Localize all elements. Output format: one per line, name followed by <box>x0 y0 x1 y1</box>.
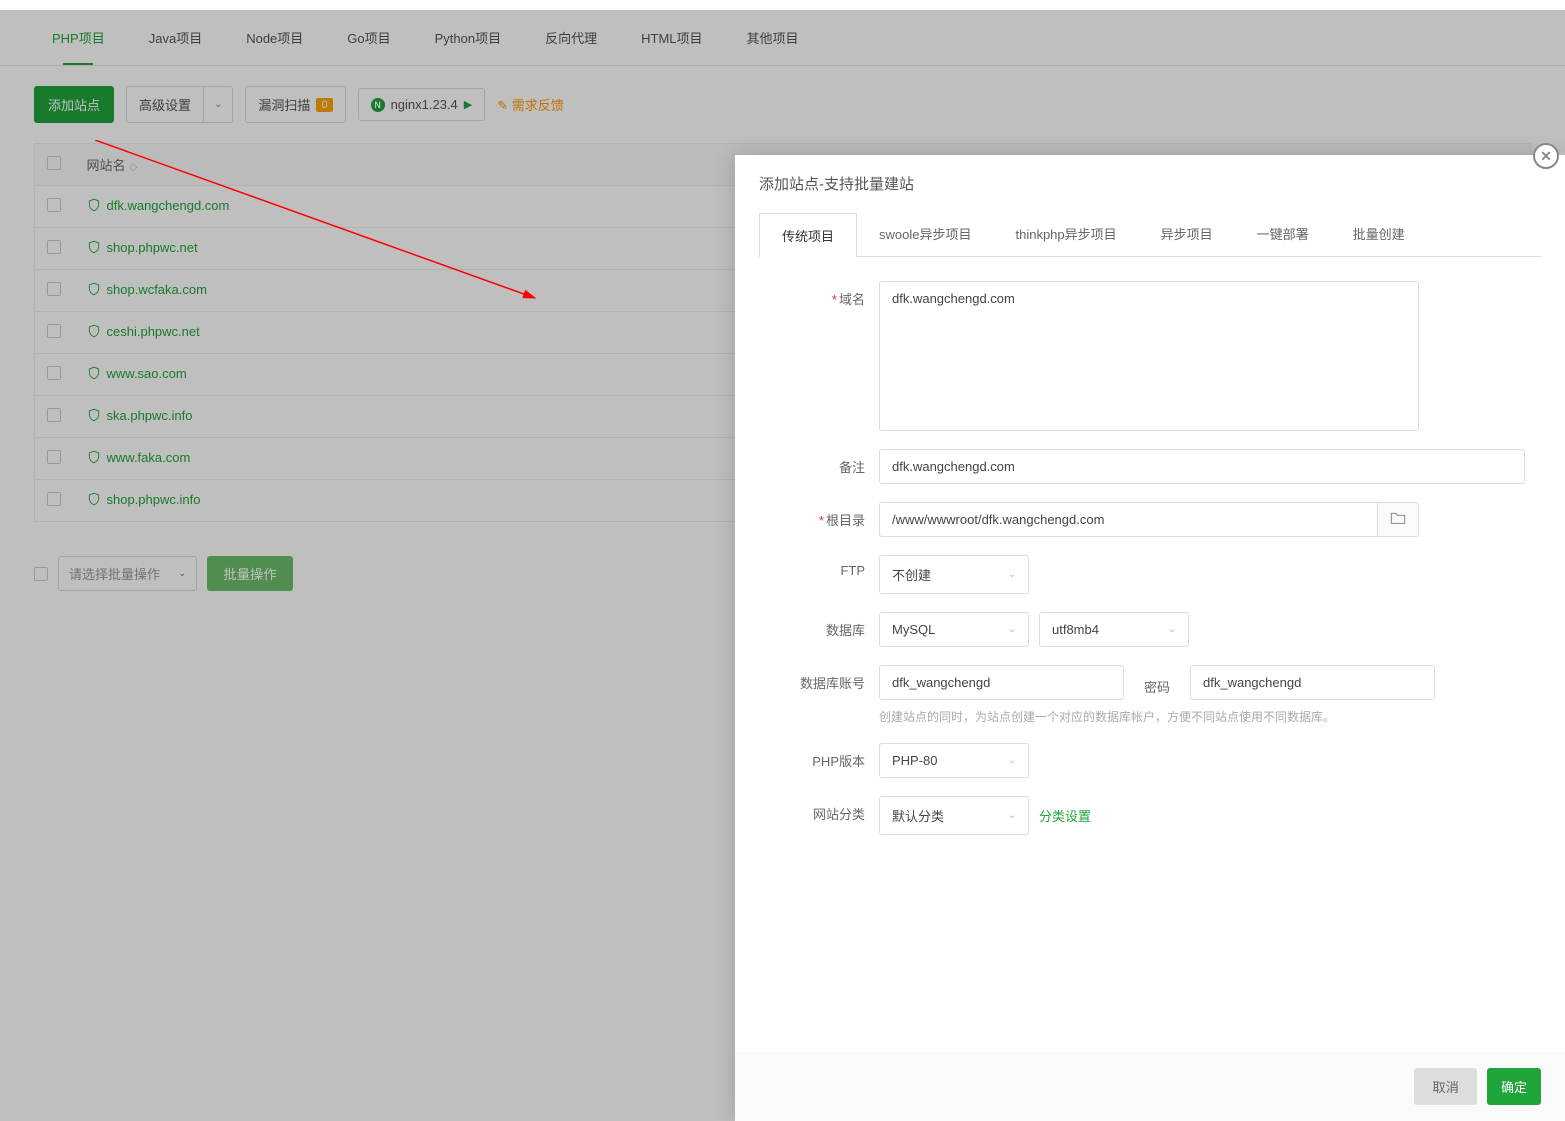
label-db-user: 数据库账号 <box>759 665 879 692</box>
cancel-button[interactable]: 取消 <box>1414 1068 1477 1105</box>
confirm-button[interactable]: 确定 <box>1487 1068 1541 1105</box>
chevron-down-icon: ⌄ <box>1008 755 1016 766</box>
category-select[interactable]: 默认分类⌄ <box>879 796 1029 835</box>
modal-tab-batch[interactable]: 批量创建 <box>1331 212 1427 257</box>
folder-icon <box>1390 511 1406 528</box>
db-charset-select[interactable]: utf8mb4⌄ <box>1039 612 1189 647</box>
label-ftp: FTP <box>759 555 879 578</box>
db-pass-input[interactable] <box>1190 665 1435 700</box>
remark-input[interactable] <box>879 449 1525 484</box>
label-domain: 域名 <box>839 292 865 307</box>
chevron-down-icon: ⌄ <box>1008 810 1016 821</box>
modal-title: 添加站点-支持批量建站 <box>735 155 1565 212</box>
domain-input[interactable]: dfk.wangchengd.com <box>879 281 1419 431</box>
close-icon[interactable]: ✕ <box>1533 143 1559 169</box>
db-user-input[interactable] <box>879 665 1124 700</box>
modal-tab-traditional[interactable]: 传统项目 <box>759 213 857 258</box>
chevron-down-icon: ⌄ <box>1008 569 1016 580</box>
label-db-pass: 密码 <box>1134 669 1180 696</box>
php-version-select[interactable]: PHP-80⌄ <box>879 743 1029 778</box>
modal-tab-deploy[interactable]: 一键部署 <box>1235 212 1331 257</box>
label-php: PHP版本 <box>759 743 879 770</box>
modal-tab-thinkphp[interactable]: thinkphp异步项目 <box>993 212 1138 257</box>
db-help-text: 创建站点的同时，为站点创建一个对应的数据库帐户，方便不同站点使用不同数据库。 <box>759 708 1525 725</box>
db-engine-select[interactable]: MySQL⌄ <box>879 612 1029 647</box>
chevron-down-icon: ⌄ <box>1008 624 1016 635</box>
category-settings-link[interactable]: 分类设置 <box>1039 806 1091 825</box>
label-root: 根目录 <box>826 513 865 528</box>
modal-body: *域名 dfk.wangchengd.com 备注 *根目录 FTP <box>735 257 1565 877</box>
label-category: 网站分类 <box>759 796 879 823</box>
browse-folder-button[interactable] <box>1378 502 1419 537</box>
label-database: 数据库 <box>759 612 879 639</box>
label-remark: 备注 <box>759 449 879 476</box>
root-dir-input[interactable] <box>879 502 1378 537</box>
chevron-down-icon: ⌄ <box>1168 624 1176 635</box>
modal-tabs: 传统项目 swoole异步项目 thinkphp异步项目 异步项目 一键部署 批… <box>735 212 1565 257</box>
modal-tab-swoole[interactable]: swoole异步项目 <box>857 212 993 257</box>
add-site-modal: ✕ 添加站点-支持批量建站 传统项目 swoole异步项目 thinkphp异步… <box>735 155 1565 1121</box>
ftp-select[interactable]: 不创建⌄ <box>879 555 1029 594</box>
modal-tab-async[interactable]: 异步项目 <box>1139 212 1235 257</box>
